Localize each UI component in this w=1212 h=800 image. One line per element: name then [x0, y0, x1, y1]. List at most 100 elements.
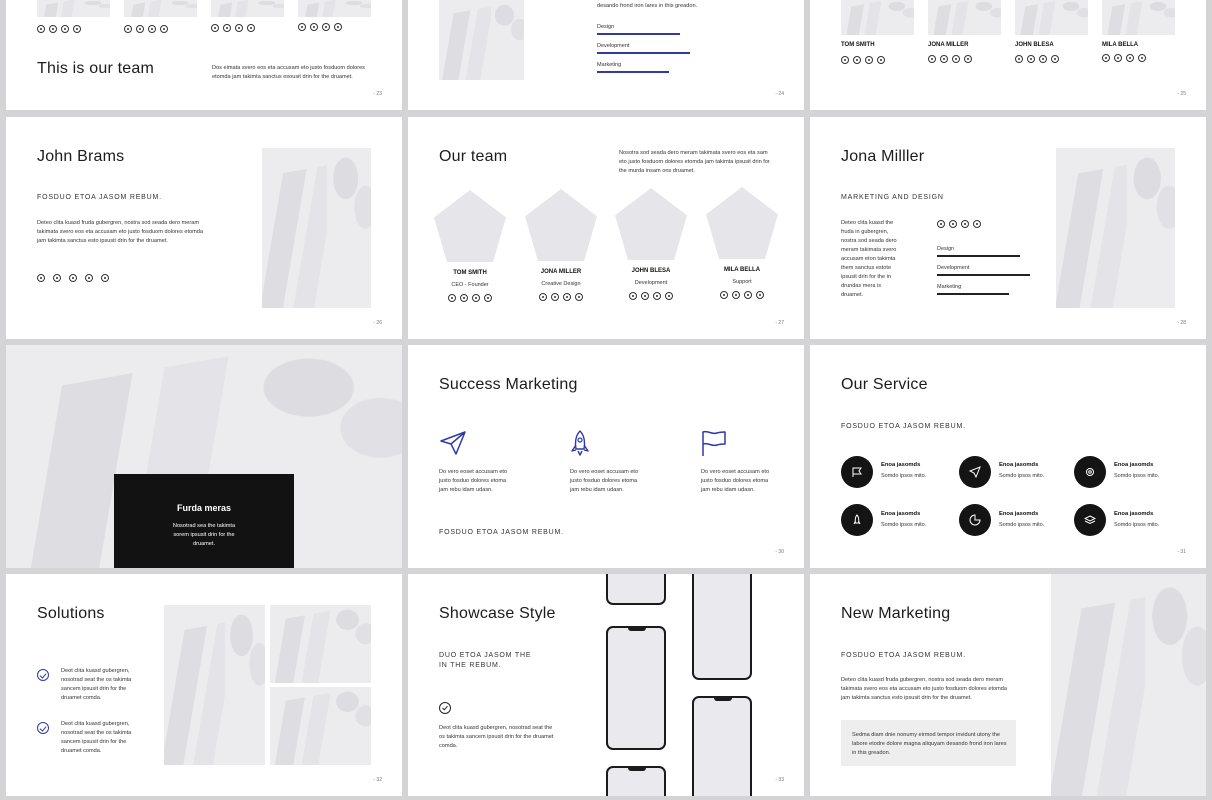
member-photo — [706, 187, 778, 259]
member-name: MILA BELLA — [1102, 42, 1139, 48]
service-icon-chart — [959, 504, 991, 536]
service-name: Enoa jasomds — [1114, 462, 1154, 468]
team-photo — [37, 0, 110, 17]
phone-mockup — [606, 574, 666, 605]
service-desc: Somdo ipsos mito. — [999, 522, 1045, 528]
feature-text: Do vero eoset accusam eto justo fosduo d… — [439, 469, 508, 493]
team-photo — [124, 0, 197, 17]
member-name: JOHN BLESA — [631, 268, 671, 274]
side-photo — [1051, 574, 1206, 796]
slide-subtitle: MARKETING AND DESIGN — [841, 194, 944, 201]
page-number: - 27 — [775, 320, 784, 326]
slide-31[interactable]: Our Service FOSDUO ETOA JASOM REBUM. Eno… — [810, 345, 1206, 568]
service-icon-layers — [1074, 504, 1106, 536]
skill-bar: Marketing — [937, 284, 1009, 295]
slide-body: Deteo clita kuasd fruda gubergren, nostr… — [841, 677, 1008, 701]
skill-bar: Marketing — [597, 62, 669, 73]
solution-text: Deot clita kuasd gubergren, nosotrad sea… — [61, 668, 132, 701]
photo-large — [164, 605, 265, 765]
feature-text: Do vero eoset accusam eto justo fosduo d… — [570, 469, 639, 493]
service-icon-plane — [959, 456, 991, 488]
slide-body: Deteo clita kuasd fruda gubergren, nostr… — [37, 220, 204, 244]
social-icons — [928, 55, 972, 63]
slide-29[interactable]: Furda meras Nosotrad sea the takimta sor… — [6, 345, 402, 568]
slide-body: Dos eimata svero eos eta accusam eto jus… — [212, 65, 365, 80]
member-name: JONA MILLER — [928, 42, 969, 48]
member-name: JOHN BLESA — [1015, 42, 1054, 48]
member-photo — [525, 189, 597, 261]
team-photo — [298, 0, 371, 17]
member-role: Development — [634, 280, 668, 286]
slide-title: John Brams — [37, 148, 125, 165]
skill-label: Design — [597, 24, 615, 30]
caption-title: Furda meras — [176, 503, 232, 513]
social-icons — [841, 56, 885, 64]
gear-icon — [1086, 468, 1094, 476]
member-role: Support — [732, 279, 752, 285]
slide-26[interactable]: John Brams FOSDUO ETOA JASOM REBUM. Dete… — [6, 117, 402, 339]
phone-mockup — [606, 766, 666, 796]
member-role: Creative Design — [541, 281, 581, 287]
skill-bar: Design — [937, 246, 1020, 257]
slide-33[interactable]: Showcase Style DUO ETOA JASOM THE IN THE… — [408, 574, 804, 796]
slide-body: Deot clita kuasd gubergren, nosotrad sea… — [439, 725, 554, 749]
social-icons — [124, 25, 168, 33]
service-name: Enoa jasomds — [881, 511, 921, 517]
slide-27[interactable]: Our team Nosotra sod seada dero meram ta… — [408, 117, 804, 339]
social-icons — [37, 274, 109, 282]
page-number: - 28 — [1177, 320, 1186, 326]
slide-title: New Marketing — [841, 605, 951, 622]
social-icons — [1015, 55, 1059, 63]
slide-28[interactable]: Jona Milller MARKETING AND DESIGN Deteo … — [810, 117, 1206, 339]
member-name: JONA MILLER — [540, 269, 582, 275]
skill-bar: Development — [937, 265, 1030, 276]
team-photo — [211, 0, 284, 17]
service-icon-flag — [841, 456, 873, 488]
photo — [439, 0, 524, 80]
member-name: TOM SMITH — [453, 270, 487, 276]
paper-plane-icon — [440, 431, 466, 455]
social-icons — [539, 293, 583, 301]
slide-title: This is our team — [37, 60, 155, 77]
check-icon — [439, 702, 451, 714]
page-number: - 25 — [1177, 91, 1186, 97]
slide-body: Nosotra sod seada dero meram takimata sv… — [619, 150, 770, 174]
portrait-photo — [262, 148, 371, 308]
flag-icon — [852, 467, 862, 477]
member-photo — [434, 190, 506, 262]
slide-subtitle: FOSDUO ETOA JASOM REBUM. — [841, 652, 966, 659]
service-desc: Somdo ipsos mito. — [999, 473, 1045, 479]
layers-icon — [1084, 515, 1096, 525]
paper-plane-icon — [969, 466, 981, 478]
slide-body: desando frond iron lares in this greadon… — [597, 3, 698, 9]
slide-title: Showcase Style — [439, 605, 556, 622]
service-name: Enoa jasomds — [1114, 511, 1154, 517]
slide-34[interactable]: New Marketing FOSDUO ETOA JASOM REBUM. D… — [810, 574, 1206, 796]
slide-25[interactable]: TOM SMITH JONA MILLER JOHN BLESA MILA BE… — [810, 0, 1206, 110]
member-name: MILA BELLA — [723, 267, 761, 273]
slide-title: Our Service — [841, 376, 928, 393]
social-icons — [629, 292, 673, 300]
slide-32[interactable]: Solutions Deot clita kuasd gubergren, no… — [6, 574, 402, 796]
page-number: - 32 — [373, 777, 382, 783]
slide-footer: FOSDUO ETOA JASOM REBUM. — [439, 529, 564, 536]
social-icons — [1102, 54, 1146, 62]
skill-label: Design — [937, 246, 955, 252]
slide-30[interactable]: Success Marketing Do vero eoset accusam … — [408, 345, 804, 568]
slide-title: Success Marketing — [439, 376, 578, 393]
skill-label: Development — [937, 265, 970, 271]
service-name: Enoa jasomds — [999, 511, 1039, 517]
slide-23[interactable]: This is our team Dos eimata svero eos et… — [6, 0, 402, 110]
social-icons — [937, 220, 981, 228]
page-number: - 24 — [775, 91, 784, 97]
phone-mockup — [692, 696, 752, 796]
service-desc: Somdo ipsos mito. — [1114, 473, 1160, 479]
slide-subtitle: FOSDUO ETOA JASOM REBUM. — [37, 194, 162, 201]
service-desc: Somdo ipsos mito. — [881, 473, 927, 479]
slide-24[interactable]: desando frond iron lares in this greadon… — [408, 0, 804, 110]
team-photo — [1015, 0, 1088, 35]
portrait-photo — [1056, 148, 1175, 308]
member-photo — [615, 188, 687, 260]
social-icons — [720, 291, 764, 299]
page-number: - 26 — [373, 320, 382, 326]
